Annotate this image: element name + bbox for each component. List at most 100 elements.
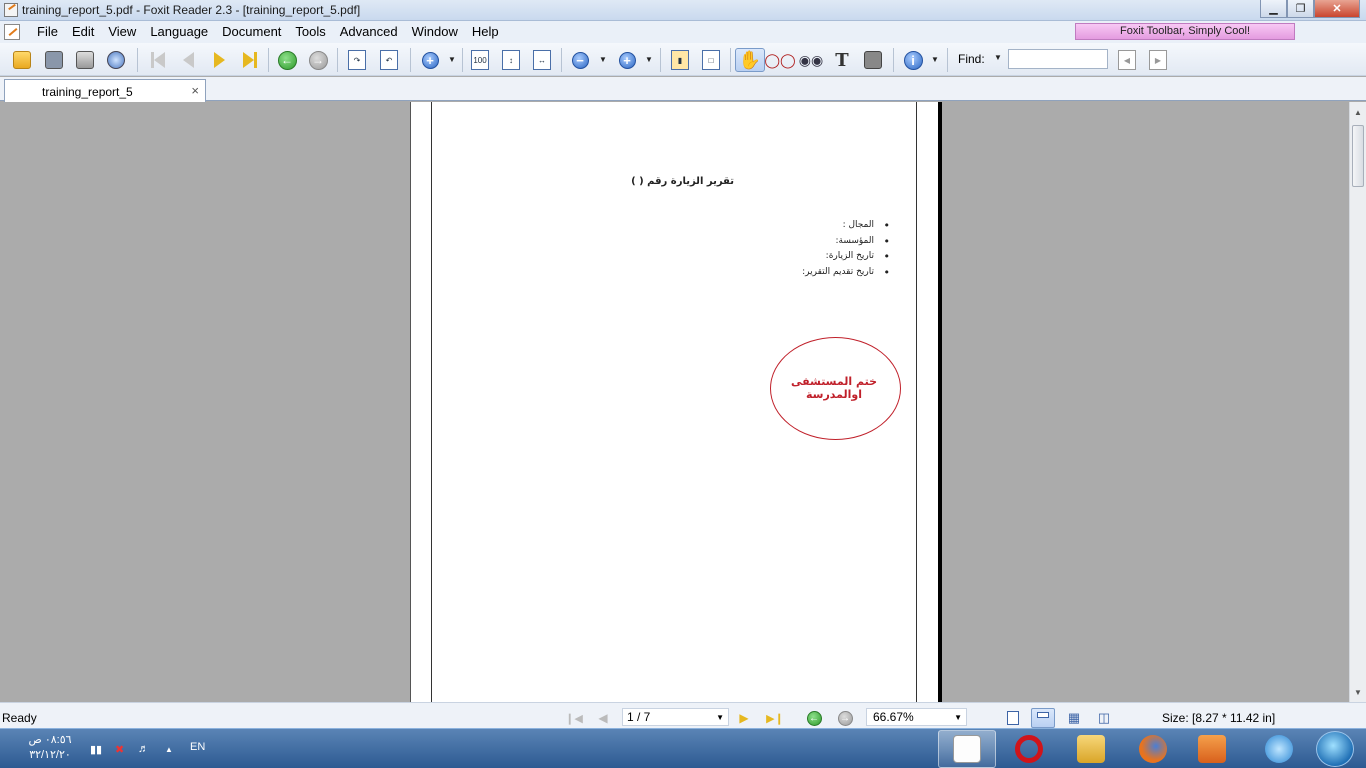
status-next-page-icon[interactable]: ▶: [736, 710, 752, 726]
windows-taskbar: ٠٨:٥٦ ص ٣٢/١٢/٢٠ ▮▮ ✖ ♬ ▲ EN: [0, 728, 1366, 768]
next-page-icon[interactable]: [207, 48, 231, 72]
menu-file[interactable]: File: [30, 24, 65, 40]
tab-close-icon[interactable]: ×: [191, 83, 199, 98]
toolbar-separator: [561, 48, 562, 72]
minimize-button[interactable]: ▁: [1260, 0, 1287, 18]
info-icon[interactable]: i: [901, 48, 925, 72]
media-player-icon[interactable]: [1183, 730, 1241, 768]
status-first-page-icon[interactable]: ❙◀: [565, 710, 583, 726]
chevron-down-icon[interactable]: ▼: [954, 710, 962, 726]
menu-help[interactable]: Help: [465, 24, 506, 40]
status-bar: Ready ❙◀ ◀ 1 / 7 ▼ ▶ ▶❙ ← → 66.67% ▼ ▦ ◫…: [0, 702, 1366, 728]
full-screen-icon[interactable]: □: [699, 48, 723, 72]
text-select-icon[interactable]: T: [830, 48, 854, 72]
go-back-icon[interactable]: ←: [275, 48, 299, 72]
first-page-icon[interactable]: [146, 48, 170, 72]
actual-size-icon[interactable]: 100: [468, 48, 492, 72]
zoom-level-field[interactable]: 66.67% ▼: [866, 708, 967, 726]
last-page-icon[interactable]: [238, 48, 262, 72]
title-bar: training_report_5.pdf - Foxit Reader 2.3…: [0, 0, 1366, 21]
maximize-button[interactable]: ❐: [1287, 0, 1314, 18]
volume-icon[interactable]: ♬: [138, 743, 152, 755]
go-forward-icon[interactable]: →: [306, 48, 330, 72]
status-go-back-icon[interactable]: ←: [806, 710, 822, 726]
tray-overflow-icon[interactable]: ▲: [165, 745, 179, 757]
field-institution: المؤسسة:: [720, 235, 890, 252]
menu-tools[interactable]: Tools: [288, 24, 332, 40]
chevron-down-icon[interactable]: ▼: [645, 55, 653, 64]
field-report-date: تاريخ تقديم التقرير:: [720, 266, 890, 283]
reader-glasses-icon[interactable]: ◯◯: [764, 48, 795, 72]
page-number-field[interactable]: 1 / 7 ▼: [622, 708, 729, 726]
report-title: تقرير الزيارة رقم ( ): [631, 176, 734, 187]
find-previous-icon[interactable]: ◀: [1115, 48, 1139, 72]
find-binoculars-icon[interactable]: ◉◉: [799, 48, 823, 72]
menu-view[interactable]: View: [101, 24, 143, 40]
vertical-scrollbar[interactable]: ▲ ▼: [1349, 102, 1366, 702]
save-icon[interactable]: [42, 48, 66, 72]
zoom-in-icon[interactable]: +: [615, 48, 639, 72]
hand-tool-icon[interactable]: ✋: [735, 48, 765, 72]
facing-view-icon[interactable]: ▦: [1062, 708, 1086, 728]
scrollbar-thumb[interactable]: [1352, 125, 1364, 187]
continuous-facing-view-icon[interactable]: ◫: [1092, 708, 1116, 728]
rotate-pages-icon[interactable]: ↶: [377, 48, 401, 72]
opera-icon[interactable]: [1000, 730, 1058, 768]
previous-page-icon[interactable]: [176, 48, 200, 72]
bookmark-icon[interactable]: ▮: [668, 48, 692, 72]
toolbar-separator: [947, 48, 948, 72]
find-input[interactable]: [1008, 49, 1108, 69]
foxit-reader-icon[interactable]: [938, 730, 996, 768]
menu-document[interactable]: Document: [215, 24, 288, 40]
tray-clock[interactable]: ٠٨:٥٦ ص ٣٢/١٢/٢٠: [28, 733, 72, 763]
scroll-down-icon[interactable]: ▼: [1354, 688, 1362, 697]
report-fields-list: المجال : المؤسسة: تاريخ الزيارة: تاريخ ت…: [720, 219, 890, 283]
status-go-forward-icon[interactable]: →: [837, 710, 853, 726]
menu-window[interactable]: Window: [405, 24, 465, 40]
close-button[interactable]: ✕: [1314, 0, 1360, 18]
fit-width-icon[interactable]: ↔: [530, 48, 554, 72]
chevron-down-icon[interactable]: ▼: [716, 710, 724, 726]
tray-date: ٣٢/١٢/٢٠: [29, 749, 71, 761]
single-page-view-icon[interactable]: [1001, 708, 1025, 728]
internet-explorer-icon[interactable]: [1250, 730, 1308, 768]
foxit-app-icon[interactable]: [4, 3, 18, 17]
menu-language[interactable]: Language: [143, 24, 215, 40]
continuous-view-icon[interactable]: [1031, 708, 1055, 728]
network-signal-icon[interactable]: ▮▮: [90, 743, 104, 756]
find-options-chevron-icon[interactable]: ▼: [994, 53, 1002, 62]
menu-advanced[interactable]: Advanced: [333, 24, 405, 40]
firefox-icon[interactable]: [1124, 730, 1182, 768]
document-view[interactable]: تقرير الزيارة رقم ( ) المجال : المؤسسة: …: [0, 102, 1349, 702]
document-tab-strip: training_report_5 ×: [0, 77, 1366, 102]
file-explorer-icon[interactable]: [1062, 730, 1120, 768]
web-icon[interactable]: [104, 48, 128, 72]
menu-edit[interactable]: Edit: [65, 24, 101, 40]
toolbar-separator: [893, 48, 894, 72]
zoom-out-icon[interactable]: −: [568, 48, 592, 72]
find-label: Find:: [958, 52, 985, 66]
status-last-page-icon[interactable]: ▶❙: [766, 710, 784, 726]
document-menu-icon[interactable]: [4, 24, 20, 40]
snapshot-camera-icon[interactable]: [861, 48, 885, 72]
status-text: Ready: [2, 711, 37, 725]
extract-pages-icon[interactable]: ↷: [345, 48, 369, 72]
toolbar-separator: [137, 48, 138, 72]
scroll-up-icon[interactable]: ▲: [1354, 108, 1362, 117]
zoom-in-tool-icon[interactable]: +: [418, 48, 442, 72]
chevron-down-icon[interactable]: ▼: [448, 55, 456, 64]
status-previous-page-icon[interactable]: ◀: [595, 710, 611, 726]
chevron-down-icon[interactable]: ▼: [931, 55, 939, 64]
open-folder-icon[interactable]: [10, 48, 34, 72]
tab-training-report[interactable]: training_report_5 ×: [4, 79, 206, 102]
fit-page-icon[interactable]: ↕: [499, 48, 523, 72]
foxit-toolbar-promo[interactable]: Foxit Toolbar, Simply Cool!: [1075, 23, 1295, 40]
stamp-text: ختم المستشفى اوالمدرسة: [790, 375, 878, 401]
network-error-icon[interactable]: ✖: [115, 743, 129, 756]
input-language[interactable]: EN: [190, 741, 205, 753]
find-next-icon[interactable]: ▶: [1146, 48, 1170, 72]
chevron-down-icon[interactable]: ▼: [599, 55, 607, 64]
tray-time: ٠٨:٥٦ ص: [28, 734, 72, 746]
start-button[interactable]: [1316, 731, 1354, 767]
print-icon[interactable]: [73, 48, 97, 72]
